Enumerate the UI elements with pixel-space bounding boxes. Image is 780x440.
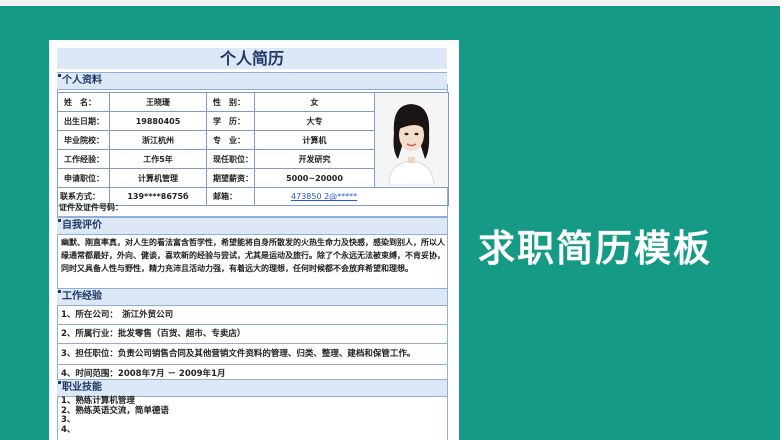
section-personal: 个人资料 — [57, 72, 447, 90]
resume-sheet: 个人简历 个人资料 姓 名： 王晓珊 性 别： 女 出生日期： 19880405… — [49, 40, 459, 440]
label-expected-salary: 期望薪资： — [206, 168, 255, 188]
label-gender: 性 别： — [206, 92, 255, 112]
label-birthdate: 出生日期： — [57, 111, 110, 131]
section-skills-label: 职业技能 — [62, 382, 102, 393]
skills-list: 1、熟练计算机管理 2、熟练英语交流，简单德语 3、 4、 — [61, 396, 441, 435]
label-major: 专 业： — [206, 130, 255, 150]
value-gender: 女 — [254, 92, 375, 112]
personal-info-table: 姓 名： 王晓珊 性 别： 女 出生日期： 19880405 学 历： 大专 毕… — [57, 92, 449, 206]
certificate-label: 证件及证件号码： — [59, 203, 123, 212]
section-skills: 职业技能 — [57, 379, 447, 397]
section-personal-label: 个人资料 — [62, 75, 102, 86]
value-birthdate: 19880405 — [109, 111, 207, 131]
experience-position: 3、担任职位：负责公司销售合同及其他营销文件资料的管理、归类、整理、建档和保管工… — [57, 344, 447, 365]
label-education: 学 历： — [206, 111, 255, 131]
label-applied-position: 申请职位： — [57, 168, 110, 188]
page-title: 求职简历模板 — [478, 227, 712, 270]
skill-item: 3、 — [61, 415, 76, 425]
resume-title: 个人简历 — [57, 48, 447, 69]
experience-company: 1、所在公司： 浙江外贸公司 — [57, 306, 447, 325]
section-experience-label: 工作经验 — [62, 291, 102, 302]
portrait-image — [375, 93, 448, 186]
value-name: 王晓珊 — [109, 92, 207, 112]
experience-list: 1、所在公司： 浙江外贸公司 2、所属行业：批发零售（百货、超市、专卖店） 3、… — [57, 306, 447, 384]
photo-cell — [374, 92, 449, 188]
value-education: 大专 — [254, 111, 375, 131]
skill-item: 2、熟练英语交流，简单德语 — [61, 405, 169, 416]
value-school: 浙江杭州 — [109, 130, 207, 150]
profile-photo — [375, 93, 448, 187]
value-expected-salary: 5000~20000 — [254, 168, 375, 188]
value-work-experience: 工作5年 — [109, 149, 207, 169]
section-evaluation: 自我评价 — [57, 217, 447, 235]
top-strip — [0, 0, 780, 6]
label-current-position: 现任职位： — [206, 149, 255, 169]
self-evaluation-text: 幽默、刚直率真，对人生的看法富含哲学性，希望能将自身所散发的火热生命力及快感，感… — [61, 238, 445, 273]
label-name: 姓 名： — [57, 92, 110, 112]
section-experience: 工作经验 — [57, 288, 447, 306]
section-evaluation-label: 自我评价 — [62, 220, 102, 231]
label-school: 毕业院校： — [57, 130, 110, 150]
experience-industry: 2、所属行业：批发零售（百货、超市、专卖店） — [57, 325, 447, 344]
value-current-position: 开发研究 — [254, 149, 375, 169]
skill-item: 4、 — [61, 424, 76, 435]
value-applied-position: 计算机管理 — [109, 168, 207, 188]
value-major: 计算机 — [254, 130, 375, 150]
label-work-experience: 工作经验： — [57, 149, 110, 169]
certificate-row: 证件及证件号码： — [57, 200, 447, 217]
